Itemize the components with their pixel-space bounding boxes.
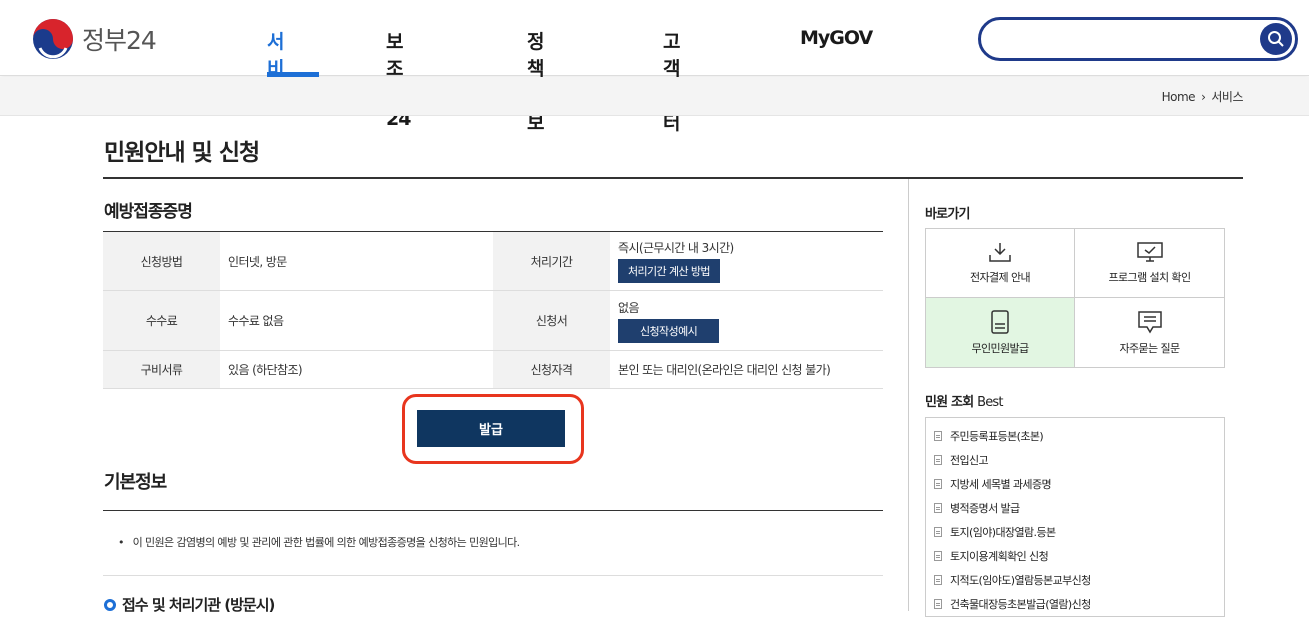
search-input[interactable] [997,28,1257,50]
list-item[interactable]: 병적증명서 발급 [926,496,1224,520]
list-item[interactable]: 전입신고 [926,448,1224,472]
list-item-label: 지적도(임야도)열람등본교부신청 [950,574,1091,587]
application-form-text: 없음 [618,300,639,315]
search-icon [1268,31,1284,47]
list-item[interactable]: 지방세 세목별 과세증명 [926,472,1224,496]
list-item[interactable]: 지적도(임야도)열람등본교부신청 [926,568,1224,592]
document-icon [934,431,942,441]
table-header-cell: 신청서 [493,290,610,351]
list-item[interactable]: 토지이용계획확인 신청 [926,544,1224,568]
quick-links-title: 바로가기 [925,207,970,222]
list-item-label: 전입신고 [950,454,989,467]
form-example-button[interactable]: 신청작성예시 [618,318,720,343]
breadcrumb-current[interactable]: 서비스 [1211,88,1243,105]
monitor-check-icon [1136,242,1163,262]
page-title: 민원안내 및 신청 [104,140,260,166]
basic-info-text: 이 민원은 감염병의 예방 및 관리에 관한 법률에 의한 예방접종증명을 신청… [132,536,521,549]
quick-link-label: 전자결제 안내 [969,271,1031,284]
section-divider [103,575,883,576]
best-title-suffix: Best [977,395,1003,410]
list-item-label: 병적증명서 발급 [950,502,1020,515]
document-icon [934,599,942,609]
document-icon [934,479,942,489]
list-item[interactable]: 건축물대장등초본발급(열람)신청 [926,592,1224,616]
sidebar-divider [908,179,909,611]
table-cell: 있음 (하단참조) [220,350,493,389]
document-icon [934,455,942,465]
table-cell: 없음 신청작성예시 [610,290,883,351]
document-icon [934,551,942,561]
table-row: 신청방법 인터넷, 방문 처리기간 즉시(근무시간 내 3시간) 처리기간 계산… [103,231,883,291]
table-cell: 즉시(근무시간 내 3시간) 처리기간 계산 방법 [610,231,883,291]
taegeuk-logo-icon [32,18,74,60]
best-list: 주민등록표등본(초본) 전입신고 지방세 세목별 과세증명 병적증명서 발급 토… [925,417,1225,617]
list-item[interactable]: 토지(임야)대장열람.등본 [926,520,1224,544]
service-info-table: 신청방법 인터넷, 방문 처리기간 즉시(근무시간 내 3시간) 처리기간 계산… [103,231,883,389]
circle-bullet-icon [104,598,116,611]
list-item-label: 주민등록표등본(초본) [950,430,1044,443]
document-icon [934,503,942,513]
list-item: • 이 민원은 감염병의 예방 및 관리에 관한 법률에 의한 예방접종증명을 … [118,536,521,549]
reception-section: 접수 및 처리기관 (방문시) [104,594,275,615]
table-header-cell: 신청방법 [103,231,220,291]
processing-time-text: 즉시(근무시간 내 3시간) [618,241,734,255]
search-box[interactable] [978,17,1298,61]
table-cell: 인터넷, 방문 [220,231,493,291]
quick-link-program-check[interactable]: 프로그램 설치 확인 [1075,229,1224,298]
download-icon [989,243,1011,262]
table-header-cell: 수수료 [103,290,220,351]
kiosk-icon [991,309,1009,334]
table-row: 수수료 수수료 없음 신청서 없음 신청작성예시 [103,290,883,351]
table-cell: 본인 또는 대리인(온라인은 대리인 신청 불가) [610,350,883,389]
list-item-label: 토지(임야)대장열람.등본 [950,526,1056,539]
list-item-label: 토지이용계획확인 신청 [950,550,1049,563]
site-logo[interactable]: 정부24 [32,18,157,60]
quick-link-label: 무인민원발급 [971,341,1029,355]
document-icon [934,527,942,537]
breadcrumb-bar: Home › 서비스 [0,77,1309,116]
quick-links-grid: 전자결제 안내 프로그램 설치 확인 무인민원발급 자주묻는 질문 [925,228,1225,368]
service-title: 예방접종증명 [104,202,193,222]
table-header-cell: 처리기간 [493,231,610,291]
table-header-cell: 구비서류 [103,350,220,389]
list-item-label: 지방세 세목별 과세증명 [950,478,1052,491]
breadcrumb: Home › 서비스 [1162,88,1244,105]
best-list-title: 민원 조회 Best [925,391,1003,410]
best-title-text: 민원 조회 [925,395,974,410]
search-button[interactable] [1260,23,1292,55]
quick-link-epayment[interactable]: 전자결제 안내 [926,229,1075,298]
quick-link-kiosk[interactable]: 무인민원발급 [926,298,1075,367]
logo-text: 정부24 [82,26,157,55]
quick-link-faq[interactable]: 자주묻는 질문 [1075,298,1224,367]
chevron-right-icon: › [1201,89,1206,104]
issue-button[interactable]: 발급 [417,410,565,447]
quick-link-label: 자주묻는 질문 [1119,341,1180,355]
basic-info-divider [103,510,883,511]
list-item[interactable]: 주민등록표등본(초본) [926,424,1224,448]
site-header: 정부24 서비스 보조금24 정책정보 고객센터 MyGOV [0,0,1309,134]
processing-time-calc-button[interactable]: 처리기간 계산 방법 [618,259,720,283]
table-row: 구비서류 있음 (하단참조) 신청자격 본인 또는 대리인(온라인은 대리인 신… [103,350,883,389]
quick-link-label: 프로그램 설치 확인 [1108,271,1192,284]
list-item-label: 건축물대장등초본발급(열람)신청 [950,598,1091,611]
basic-info-title: 기본정보 [104,472,167,493]
reception-section-title: 접수 및 처리기관 (방문시) [122,596,275,614]
nav-mygov[interactable]: MyGOV [800,27,873,49]
title-divider [103,177,1243,179]
table-cell: 수수료 없음 [220,290,493,351]
document-icon [934,575,942,585]
table-header-cell: 신청자격 [493,350,610,389]
breadcrumb-home[interactable]: Home [1162,90,1196,104]
chat-icon [1137,310,1162,333]
